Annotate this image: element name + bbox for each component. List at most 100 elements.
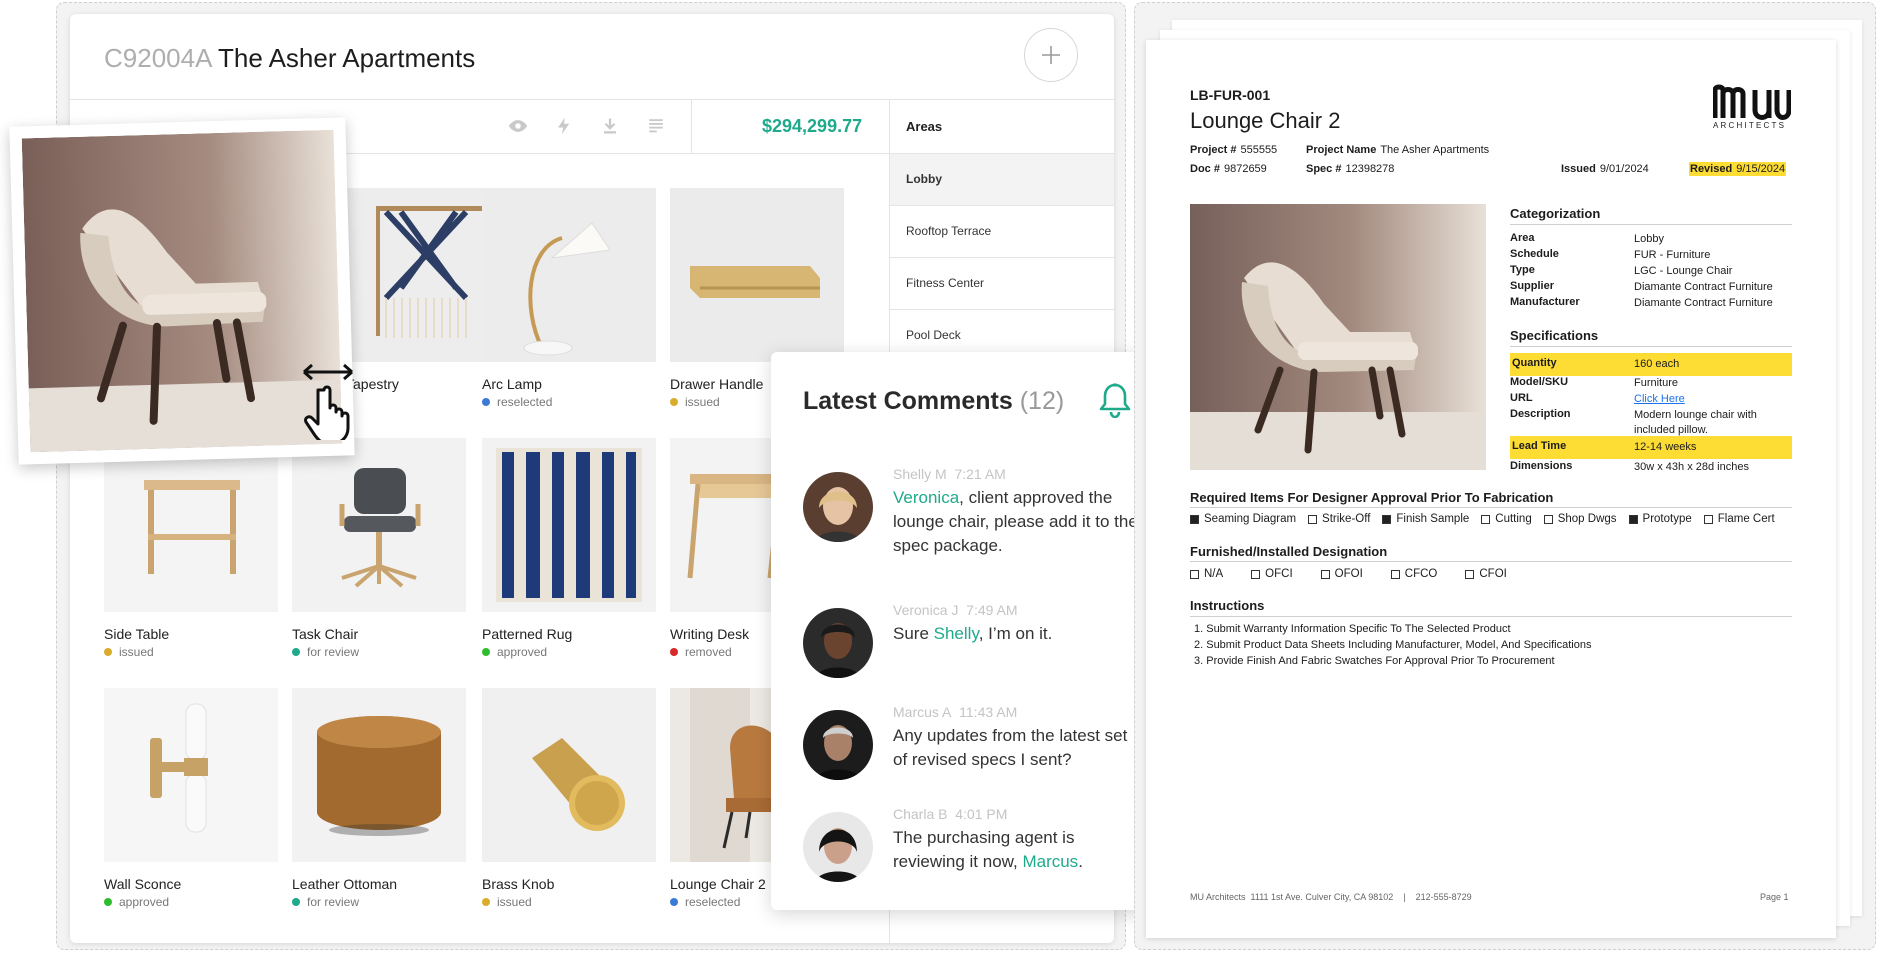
instructions-heading: Instructions: [1190, 598, 1265, 613]
status-dot: [104, 898, 112, 906]
product-card-leather-ottoman[interactable]: Leather Ottoman for review: [292, 688, 466, 909]
divider: [1190, 561, 1792, 562]
checkbox-cfco[interactable]: CFCO: [1390, 568, 1437, 580]
area-item-fitness-center[interactable]: Fitness Center: [890, 258, 1114, 310]
checkbox-cfoi[interactable]: CFOI: [1465, 568, 1507, 580]
checkbox-ofci[interactable]: OFCI: [1251, 568, 1293, 580]
status-dot: [292, 898, 300, 906]
avatar: [803, 710, 873, 780]
spec-key: Dimensions: [1510, 460, 1573, 472]
product-card-task-chair[interactable]: Task Chair for review: [292, 438, 466, 659]
product-image: [670, 188, 844, 362]
checkbox-finish-sample[interactable]: Finish Sample: [1382, 513, 1469, 525]
lounge-chair-image: [21, 129, 343, 453]
product-name: Brass Knob: [482, 876, 555, 892]
project-total: $294,299.77: [762, 116, 863, 136]
status-dot: [482, 898, 490, 906]
comments-count: (12): [1019, 387, 1065, 415]
spec-value: 30w x 43h x 28d inches: [1634, 461, 1749, 473]
area-item-rooftop-terrace[interactable]: Rooftop Terrace: [890, 206, 1114, 258]
cat-value: Diamante Contract Furniture: [1634, 297, 1773, 309]
product-image: [104, 438, 278, 612]
mu-architects-logo: [1712, 84, 1792, 120]
project-name: Project Name The Asher Apartments: [1306, 144, 1490, 156]
cat-key: Schedule: [1510, 248, 1559, 260]
divider: [1190, 507, 1792, 508]
instruction-item: 1. Submit Warranty Information Specific …: [1194, 623, 1511, 635]
issued-date: Issued 9/01/2024: [1561, 163, 1649, 175]
comment-item[interactable]: Veronica J 7:49 AM Sure Shelly, I’m on i…: [803, 602, 1143, 698]
product-image: [292, 438, 466, 612]
spec-sheet-document: LB-FUR-001 Lounge Chair 2 ARCHITECTS Pro…: [1146, 40, 1836, 938]
required-items-list: Seaming Diagram Strike-Off Finish Sample…: [1190, 513, 1775, 525]
eye-icon[interactable]: [506, 114, 530, 138]
divider: [1510, 346, 1792, 347]
areas-header: Areas: [890, 100, 1114, 154]
toolbar-divider: [691, 100, 692, 154]
comment-text: Sure Shelly, I’m on it.: [893, 624, 1053, 643]
status-dot: [670, 648, 678, 656]
product-image: [292, 688, 466, 862]
status-badge: reselected: [482, 395, 552, 409]
avatar: [803, 812, 873, 882]
checkbox-seaming-diagram[interactable]: Seaming Diagram: [1190, 513, 1296, 525]
furnished-installed-heading: Furnished/Installed Designation: [1190, 544, 1388, 559]
product-card-drawer-handle[interactable]: Drawer Handle issued: [670, 188, 844, 409]
product-card-arc-lamp[interactable]: Arc Lamp reselected: [482, 188, 656, 409]
mention-link[interactable]: Veronica: [893, 488, 959, 507]
product-name: Leather Ottoman: [292, 876, 398, 892]
project-title: The Asher Apartments: [218, 43, 476, 73]
spec-key: URL: [1510, 392, 1533, 404]
checkbox-ofoi[interactable]: OFOI: [1320, 568, 1363, 580]
mention-link[interactable]: Marcus: [1022, 852, 1078, 871]
comment-meta: Charla B 4:01 PM: [893, 806, 1008, 822]
status-badge: for review: [292, 645, 359, 659]
instruction-item: 3. Provide Finish And Fabric Swatches Fo…: [1194, 655, 1555, 667]
instruction-item: 2. Submit Product Data Sheets Including …: [1194, 639, 1592, 651]
cat-key: Manufacturer: [1510, 296, 1580, 308]
bell-icon[interactable]: [1099, 382, 1131, 419]
product-name: Side Table: [104, 626, 170, 642]
checkbox-shop-dwgs[interactable]: Shop Dwgs: [1543, 513, 1617, 525]
comment-item[interactable]: Marcus A 11:43 AM Any updates from the l…: [803, 704, 1143, 800]
url-link[interactable]: Click Here: [1634, 392, 1685, 407]
product-card-wall-sconce[interactable]: Wall Sconce approved: [104, 688, 278, 909]
product-photo: [1190, 204, 1486, 470]
comment-text: Veronica, client approved the lounge cha…: [893, 488, 1138, 555]
lightning-icon[interactable]: [552, 114, 576, 138]
comment-item[interactable]: Shelly M 7:21 AM Veronica, client approv…: [803, 466, 1143, 562]
cat-value: Diamante Contract Furniture: [1634, 281, 1773, 293]
status-badge: for review: [292, 895, 359, 909]
product-name: Wall Sconce: [104, 876, 182, 892]
checkbox-flame-cert[interactable]: Flame Cert: [1703, 513, 1775, 525]
status-badge: issued: [482, 895, 532, 909]
checkbox-prototype[interactable]: Prototype: [1628, 513, 1692, 525]
add-button[interactable]: [1024, 28, 1078, 82]
status-badge: approved: [104, 895, 169, 909]
product-card-brass-knob[interactable]: Brass Knob issued: [482, 688, 656, 909]
status-dot: [104, 648, 112, 656]
product-card-side-table[interactable]: Side Table issued: [104, 438, 278, 659]
spec-key: Description: [1510, 408, 1571, 420]
status-badge: issued: [670, 395, 720, 409]
latest-comments-panel: Latest Comments (12) Shelly M 7:21 AM Ve…: [771, 352, 1166, 910]
status-badge: issued: [104, 645, 154, 659]
spec-value: Furniture: [1634, 377, 1679, 389]
doc-title: Lounge Chair 2: [1190, 108, 1341, 133]
mention-link[interactable]: Shelly: [934, 624, 979, 643]
spec-value: Modern lounge chair with included pillow…: [1634, 409, 1757, 436]
status-dot: [482, 398, 490, 406]
list-icon[interactable]: [644, 114, 668, 138]
doc-number: Doc #9872659: [1190, 163, 1267, 175]
comment-meta: Veronica J 7:49 AM: [893, 602, 1018, 618]
checkbox-na[interactable]: N/A: [1190, 568, 1223, 580]
required-items-heading: Required Items For Designer Approval Pri…: [1190, 490, 1554, 505]
product-card-patterned-rug[interactable]: Patterned Rug approved: [482, 438, 656, 659]
checkbox-cutting[interactable]: Cutting: [1481, 513, 1532, 525]
comment-meta: Marcus A 11:43 AM: [893, 704, 1018, 720]
spec-key: Model/SKU: [1510, 376, 1569, 388]
download-icon[interactable]: [598, 114, 622, 138]
comment-item[interactable]: Charla B 4:01 PM The purchasing agent is…: [803, 806, 1143, 902]
checkbox-strike-off[interactable]: Strike-Off: [1308, 513, 1370, 525]
area-item-lobby[interactable]: Lobby: [890, 154, 1114, 206]
